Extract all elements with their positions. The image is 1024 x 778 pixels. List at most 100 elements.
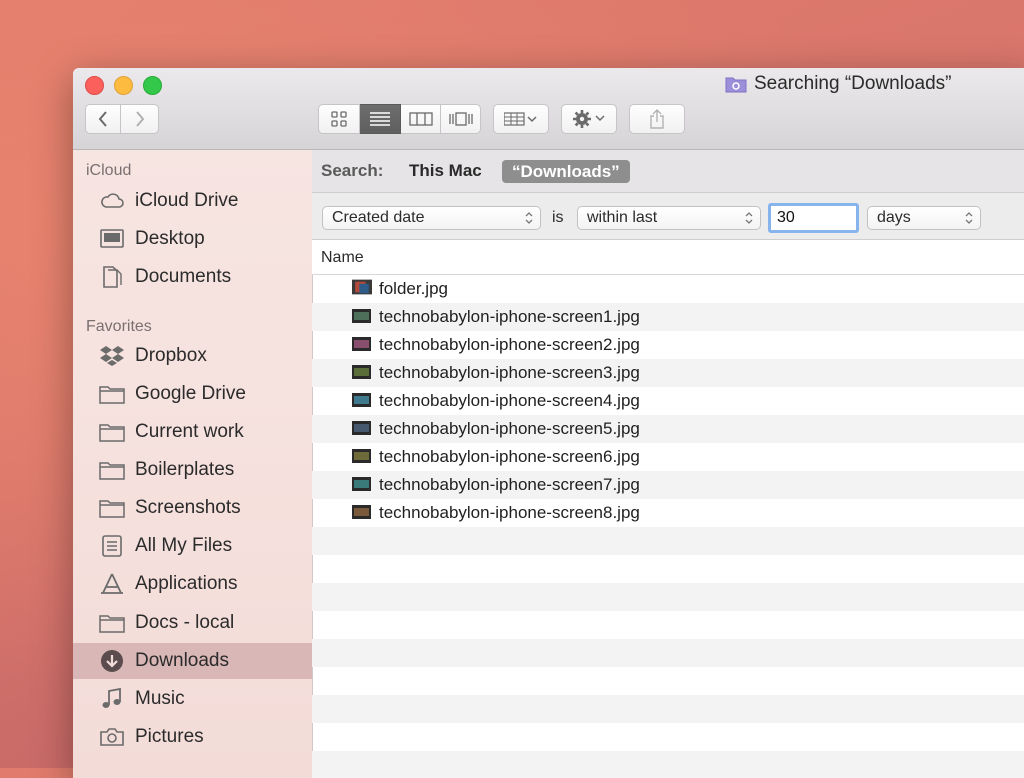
empty-row bbox=[312, 695, 1024, 723]
sidebar-item-desktop[interactable]: Desktop bbox=[73, 221, 312, 257]
popup-arrows-icon bbox=[965, 212, 973, 224]
image-thumbnail-icon bbox=[352, 393, 371, 407]
file-name: technobabylon-iphone-screen7.jpg bbox=[379, 475, 640, 494]
columns-icon bbox=[408, 112, 433, 126]
popup-arrows-icon bbox=[745, 212, 753, 224]
folder-icon bbox=[99, 615, 125, 633]
finder-window: Searching “Downloads” iCloud iCloud Driv… bbox=[73, 68, 1024, 778]
list-item[interactable]: technobabylon-iphone-screen2.jpg bbox=[312, 331, 1024, 359]
downloads-icon bbox=[101, 650, 123, 672]
list-item[interactable]: folder.jpg bbox=[312, 275, 1024, 303]
empty-row bbox=[312, 527, 1024, 555]
sidebar-item-icloud-drive[interactable]: iCloud Drive bbox=[73, 183, 312, 219]
list-item[interactable]: technobabylon-iphone-screen6.jpg bbox=[312, 443, 1024, 471]
search-label: Search: bbox=[321, 161, 384, 180]
image-thumbnail-icon bbox=[352, 477, 371, 491]
sidebar-item-label: Boilerplates bbox=[135, 459, 235, 480]
sidebar-item-screenshots[interactable]: Screenshots bbox=[73, 490, 312, 526]
search-scope-bar: Search: This Mac “Downloads” bbox=[312, 150, 1024, 193]
attribute-popup[interactable]: Created date bbox=[322, 206, 541, 230]
sidebar-item-documents[interactable]: Documents bbox=[73, 259, 312, 295]
sidebar-item-label: Downloads bbox=[135, 650, 229, 671]
list-item[interactable]: technobabylon-iphone-screen3.jpg bbox=[312, 359, 1024, 387]
sidebar-item-google-drive[interactable]: Google Drive bbox=[73, 376, 312, 412]
sidebar-item-music[interactable]: Music bbox=[73, 681, 312, 717]
column-header-name[interactable]: Name bbox=[312, 240, 1024, 275]
operator-label: is bbox=[552, 209, 564, 226]
image-thumbnail-icon bbox=[352, 449, 371, 463]
close-button[interactable] bbox=[85, 76, 104, 95]
sidebar-item-all-my-files[interactable]: All My Files bbox=[73, 528, 312, 564]
file-list: folder.jpg technobabylon-iphone-screen1.… bbox=[312, 275, 1024, 778]
sidebar-item-current-work[interactable]: Current work bbox=[73, 414, 312, 450]
empty-row bbox=[312, 639, 1024, 667]
minimize-button[interactable] bbox=[114, 76, 133, 95]
folder-icon bbox=[99, 424, 125, 442]
column-view-button[interactable] bbox=[401, 104, 441, 134]
sidebar-item-label: Pictures bbox=[135, 726, 204, 747]
sidebar-item-pictures[interactable]: Pictures bbox=[73, 719, 312, 755]
share-button[interactable] bbox=[629, 104, 685, 134]
sidebar-item-applications[interactable]: Applications bbox=[73, 566, 312, 602]
sidebar-item-label: All My Files bbox=[135, 535, 233, 556]
icon-view-button[interactable] bbox=[318, 104, 360, 134]
search-criteria-row: Created date is within last days bbox=[312, 193, 1024, 240]
sidebar-item-downloads[interactable]: Downloads bbox=[73, 643, 312, 679]
folder-icon bbox=[99, 386, 125, 404]
unit-popup[interactable]: days bbox=[867, 206, 981, 230]
list-item[interactable]: technobabylon-iphone-screen8.jpg bbox=[312, 499, 1024, 527]
list-item[interactable]: technobabylon-iphone-screen5.jpg bbox=[312, 415, 1024, 443]
sidebar-item-label: Current work bbox=[135, 421, 244, 442]
empty-row bbox=[312, 751, 1024, 778]
empty-row bbox=[312, 555, 1024, 583]
image-thumbnail-icon bbox=[352, 505, 371, 519]
scope-downloads-button[interactable]: “Downloads” bbox=[502, 160, 630, 183]
condition-popup-value: within last bbox=[587, 209, 658, 226]
titlebar: Searching “Downloads” bbox=[73, 68, 1024, 150]
applications-icon bbox=[101, 573, 123, 594]
empty-row bbox=[312, 667, 1024, 695]
sidebar-item-label: Dropbox bbox=[135, 345, 207, 366]
sidebar-item-label: Documents bbox=[135, 266, 232, 287]
image-thumbnail-icon bbox=[352, 309, 371, 323]
group-by-icon bbox=[504, 112, 537, 126]
list-item[interactable]: technobabylon-iphone-screen1.jpg bbox=[312, 303, 1024, 331]
sidebar-item-label: Desktop bbox=[135, 228, 205, 249]
attribute-popup-value: Created date bbox=[332, 209, 425, 226]
empty-row bbox=[312, 583, 1024, 611]
sidebar-item-dropbox[interactable]: Dropbox bbox=[73, 338, 312, 374]
sidebar-item-label: Google Drive bbox=[135, 383, 246, 404]
window-title: Searching “Downloads” bbox=[725, 73, 952, 95]
documents-icon bbox=[103, 266, 122, 288]
cover-flow-icon bbox=[448, 112, 473, 126]
list-icon bbox=[370, 112, 390, 126]
action-menu-button[interactable] bbox=[561, 104, 617, 134]
file-name: technobabylon-iphone-screen1.jpg bbox=[379, 307, 640, 326]
file-name: technobabylon-iphone-screen4.jpg bbox=[379, 391, 640, 410]
file-name: technobabylon-iphone-screen8.jpg bbox=[379, 503, 640, 522]
sidebar-item-label: Screenshots bbox=[135, 497, 241, 518]
list-view-button[interactable] bbox=[360, 104, 401, 134]
sidebar-item-label: Applications bbox=[135, 573, 238, 594]
chevron-left-icon bbox=[98, 111, 107, 127]
zoom-button[interactable] bbox=[143, 76, 162, 95]
cover-flow-button[interactable] bbox=[441, 104, 481, 134]
file-name: technobabylon-iphone-screen3.jpg bbox=[379, 363, 640, 382]
condition-popup[interactable]: within last bbox=[577, 206, 761, 230]
forward-button[interactable] bbox=[121, 104, 159, 134]
scope-this-mac-button[interactable]: This Mac bbox=[409, 161, 482, 181]
image-thumbnail-icon bbox=[352, 279, 372, 295]
sidebar-item-label: iCloud Drive bbox=[135, 190, 239, 211]
file-name: folder.jpg bbox=[379, 279, 448, 298]
file-name: technobabylon-iphone-screen5.jpg bbox=[379, 419, 640, 438]
sidebar-item-boilerplates[interactable]: Boilerplates bbox=[73, 452, 312, 488]
list-item[interactable]: technobabylon-iphone-screen4.jpg bbox=[312, 387, 1024, 415]
list-item[interactable]: technobabylon-iphone-screen7.jpg bbox=[312, 471, 1024, 499]
back-button[interactable] bbox=[85, 104, 121, 134]
days-value-field[interactable] bbox=[768, 203, 859, 233]
sidebar-item-docs-local[interactable]: Docs - local bbox=[73, 605, 312, 641]
sidebar-item-label: Docs - local bbox=[135, 612, 235, 633]
desktop-icon bbox=[100, 229, 124, 248]
group-by-button[interactable] bbox=[493, 104, 549, 134]
chevron-right-icon bbox=[135, 111, 144, 127]
